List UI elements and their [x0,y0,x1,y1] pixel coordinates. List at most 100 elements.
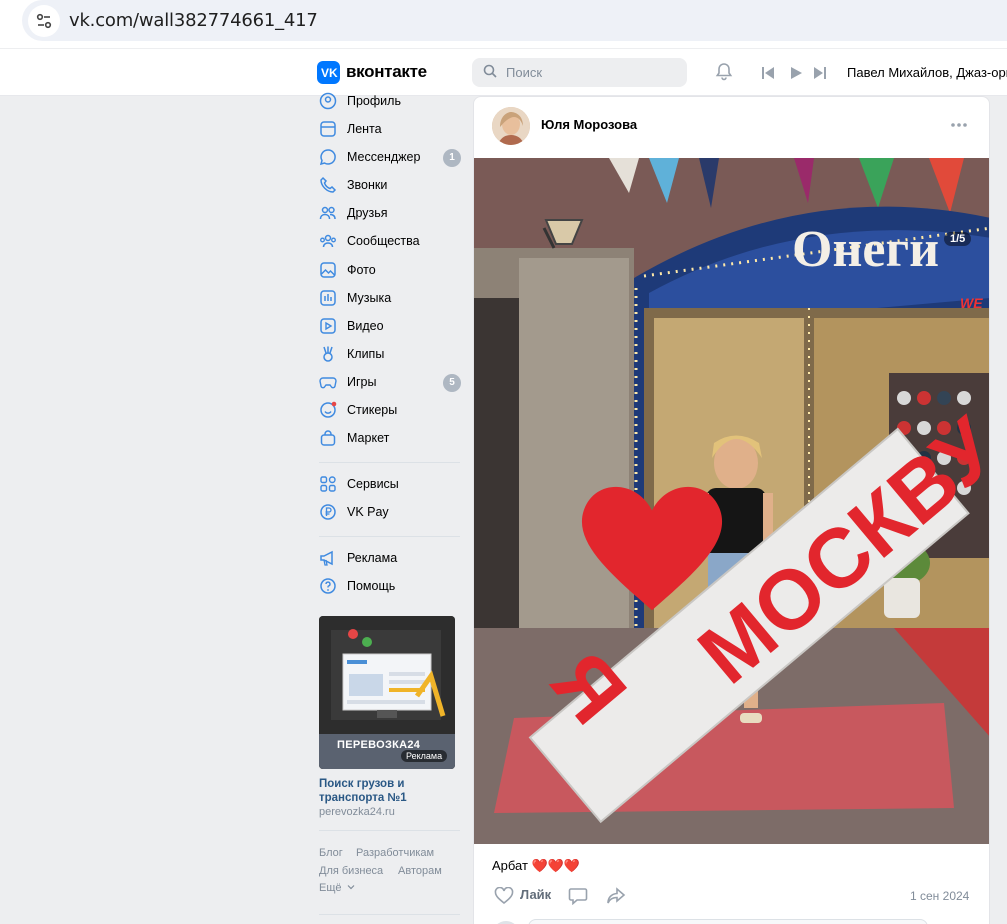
ad-title-link[interactable]: Поиск грузов и транспорта №1 [319,777,459,805]
phone-icon [320,176,337,193]
sidebar-item-messenger[interactable]: Мессенджер 1 [317,146,462,170]
browser-toolbar: vk.com/wall382774661_417 [0,0,1007,48]
games-icon [319,377,337,389]
unread-badge: 1 [443,149,461,167]
sidebar-item-ads[interactable]: Реклама [317,547,462,571]
sidebar-item-label: Профиль [347,94,401,108]
games-badge: 5 [443,374,461,392]
comment-input[interactable] [528,919,928,924]
sidebar-item-calls[interactable]: Звонки [317,174,462,198]
search-icon [483,64,497,78]
messenger-icon [319,149,336,166]
sidebar-item-stickers[interactable]: Стикеры [317,399,462,423]
sidebar-divider [319,914,460,915]
notifications-bell-icon[interactable] [714,62,734,82]
heart-icon[interactable] [494,887,514,905]
like-button[interactable]: Лайк [520,887,551,902]
sidebar-item-label: Лента [347,122,382,136]
sidebar-divider [319,536,460,537]
sidebar-item-label: Фото [347,263,376,277]
sidebar-item-label: Музыка [347,291,392,305]
vkpay-icon [320,504,336,520]
sidebar-item-vkpay[interactable]: VK Pay [317,501,462,525]
comment-row [492,913,972,924]
sidebar-item-label: Сообщества [347,234,420,248]
sidebar-item-feed[interactable]: Лента [317,118,462,142]
next-track-icon[interactable] [813,66,827,80]
friends-icon [319,206,336,220]
sidebar-item-label: Звонки [347,178,388,192]
communities-icon [320,234,336,248]
vk-logo-text[interactable]: вконтакте [346,62,427,82]
comment-icon[interactable] [568,887,588,905]
footer-link-authors[interactable]: Авторам [398,865,442,877]
sidebar-item-label: Помощь [347,579,396,593]
sidebar-item-label: Сервисы [347,477,399,491]
post-photo[interactable]: Онеги WE МОСКВУ Я 1/5 [474,158,989,844]
sidebar-item-label: Реклама [347,551,398,565]
footer-link-business[interactable]: Для бизнеса [319,865,383,877]
previous-track-icon[interactable] [761,66,775,80]
vk-logo-icon[interactable]: VK [317,61,340,84]
store-sign-text: Онеги [792,221,939,278]
store-sign-we: WE [960,295,983,311]
footer-link-blog[interactable]: Блог [319,847,343,859]
play-icon[interactable] [789,66,803,80]
sidebar-divider [319,462,460,463]
help-icon [320,578,336,594]
sidebar-item-label: Игры [347,375,377,389]
ad-image[interactable]: ПЕРЕВОЗКА24 Реклама [319,616,455,769]
ad-url[interactable]: perevozka24.ru [319,806,395,818]
sidebar-item-label: Маркет [347,431,390,445]
photo-counter: 1/5 [944,232,972,246]
chevron-down-icon [347,885,355,890]
services-icon [320,476,336,492]
url-text[interactable]: vk.com/wall382774661_417 [69,10,318,31]
footer-more-label: Ещё [319,882,342,894]
now-playing-track[interactable]: Павел Михайлов, Джаз-орк [847,65,1007,80]
search-input[interactable] [472,58,687,87]
site-settings-button[interactable] [28,5,60,37]
wall-post: Юля Морозова Онеги WE МОСКВУ Я 1/5 Арбат… [473,96,990,924]
svg-text:VK: VK [321,66,338,80]
sidebar-item-friends[interactable]: Друзья [317,202,462,226]
footer-more[interactable]: Ещё [319,882,355,894]
sidebar-item-label: Друзья [347,206,388,220]
sidebar-item-services[interactable]: Сервисы [317,473,462,497]
sidebar-item-label: Видео [347,319,384,333]
share-icon[interactable] [606,887,626,905]
tune-icon [36,13,52,29]
sidebar-item-label: Мессенджер [347,150,421,164]
video-icon [320,318,336,334]
ad-tag: Реклама [401,750,448,762]
author-avatar[interactable] [492,107,530,145]
sidebar-item-label: VK Pay [347,505,389,519]
sidebar-divider [319,830,460,831]
stickers-icon [320,401,337,418]
photo-icon [320,262,336,278]
footer-link-developers[interactable]: Разработчикам [356,847,434,859]
sidebar-item-label: Клипы [347,347,385,361]
search-placeholder: Поиск [506,65,543,80]
sidebar-item-help[interactable]: Помощь [317,575,462,599]
clips-icon [323,346,333,362]
more-options-icon[interactable] [949,117,969,133]
megaphone-icon [320,550,333,566]
post-date[interactable]: 1 сен 2024 [910,889,969,903]
sidebar-item-communities[interactable]: Сообщества [317,230,462,254]
sidebar-item-games[interactable]: Игры 5 [317,371,462,395]
sidebar-item-clips[interactable]: Клипы [317,343,462,367]
sidebar-item-market[interactable]: Маркет [317,427,462,451]
sidebar-item-video[interactable]: Видео [317,315,462,339]
sidebar-item-label: Стикеры [347,403,398,417]
author-name[interactable]: Юля Морозова [541,117,637,132]
post-caption: Арбат ❤️❤️❤️ [492,858,581,873]
sidebar-item-photos[interactable]: Фото [317,259,462,283]
vk-header: VK вконтакте Поиск Павел Михайлов, Джаз-… [0,49,1007,96]
sidebar-item-profile[interactable]: Профиль [317,90,462,114]
music-icon [320,290,336,306]
feed-icon [320,121,336,137]
profile-icon [319,92,337,110]
market-icon [320,430,336,446]
sidebar-item-music[interactable]: Музыка [317,287,462,311]
